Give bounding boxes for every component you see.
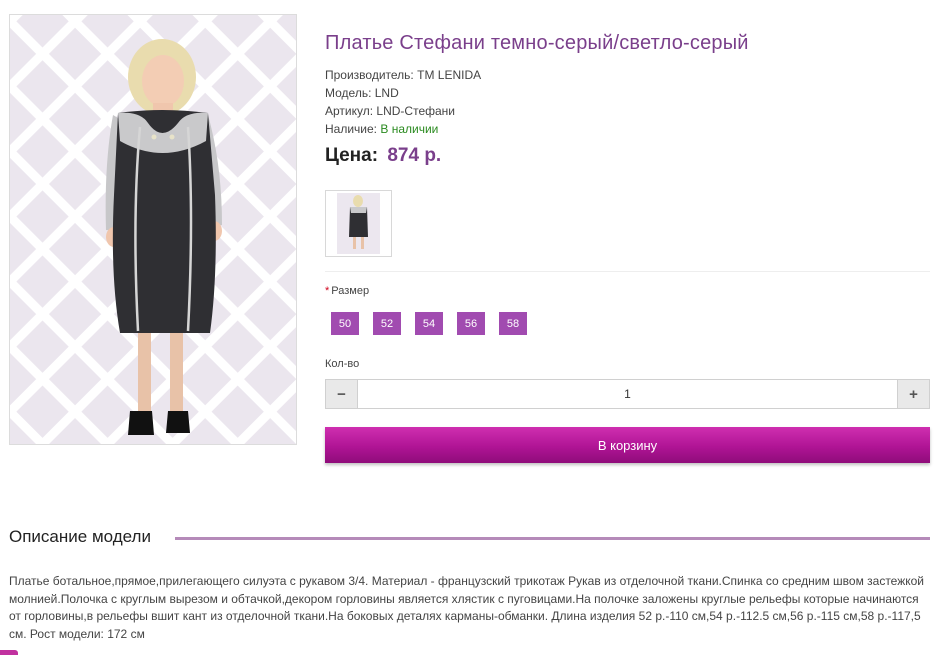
divider [325,271,930,272]
manufacturer-label: Производитель: [325,68,414,82]
product-main-image[interactable] [9,14,297,445]
quantity-input[interactable]: 1 [358,380,897,408]
description-text: Платье ботальное,прямое,прилегающего сил… [9,574,925,641]
product-thumbnail[interactable] [325,190,392,257]
quantity-increase-button[interactable]: + [897,380,929,408]
stock-row: Наличие: В наличии [325,120,481,138]
price: Цена: 874 р. [325,145,441,167]
sku-value: LND-Стефани [376,104,456,118]
size-option-58[interactable]: 58 [499,312,527,335]
sku-row: Артикул: LND-Стефани [325,102,481,120]
quantity-label: Кол-во [325,358,360,370]
manufacturer-row: Производитель: TM LENIDA [325,66,481,84]
sku-label: Артикул: [325,104,374,118]
description-divider [175,537,930,540]
size-option-54[interactable]: 54 [415,312,443,335]
size-option-52[interactable]: 52 [373,312,401,335]
stock-status: В наличии [380,122,439,136]
manufacturer-link[interactable]: TM LENIDA [417,68,481,82]
description-heading: Описание модели [9,527,151,546]
size-option-50[interactable]: 50 [331,312,359,335]
model-value: LND [374,86,399,100]
size-option-56[interactable]: 56 [457,312,485,335]
size-label: * Размер [325,285,369,297]
size-options: 50 52 54 56 58 [331,312,527,335]
stock-label: Наличие: [325,122,378,136]
quantity-decrease-button[interactable]: − [326,380,358,408]
scroll-to-top-tab[interactable] [0,650,18,655]
model-label: Модель: [325,86,372,100]
quantity-stepper: − 1 + [325,379,930,409]
product-title: Платье Стефани темно-серый/светло-серый [325,32,749,54]
required-mark: * [325,285,330,297]
price-label: Цена: [325,145,379,166]
model-row: Модель: LND [325,84,481,102]
price-value: 874 р. [387,145,442,166]
add-to-cart-button[interactable]: В корзину [325,427,930,463]
product-meta: Производитель: TM LENIDA Модель: LND Арт… [325,66,481,138]
size-label-text: Размер [331,285,370,297]
